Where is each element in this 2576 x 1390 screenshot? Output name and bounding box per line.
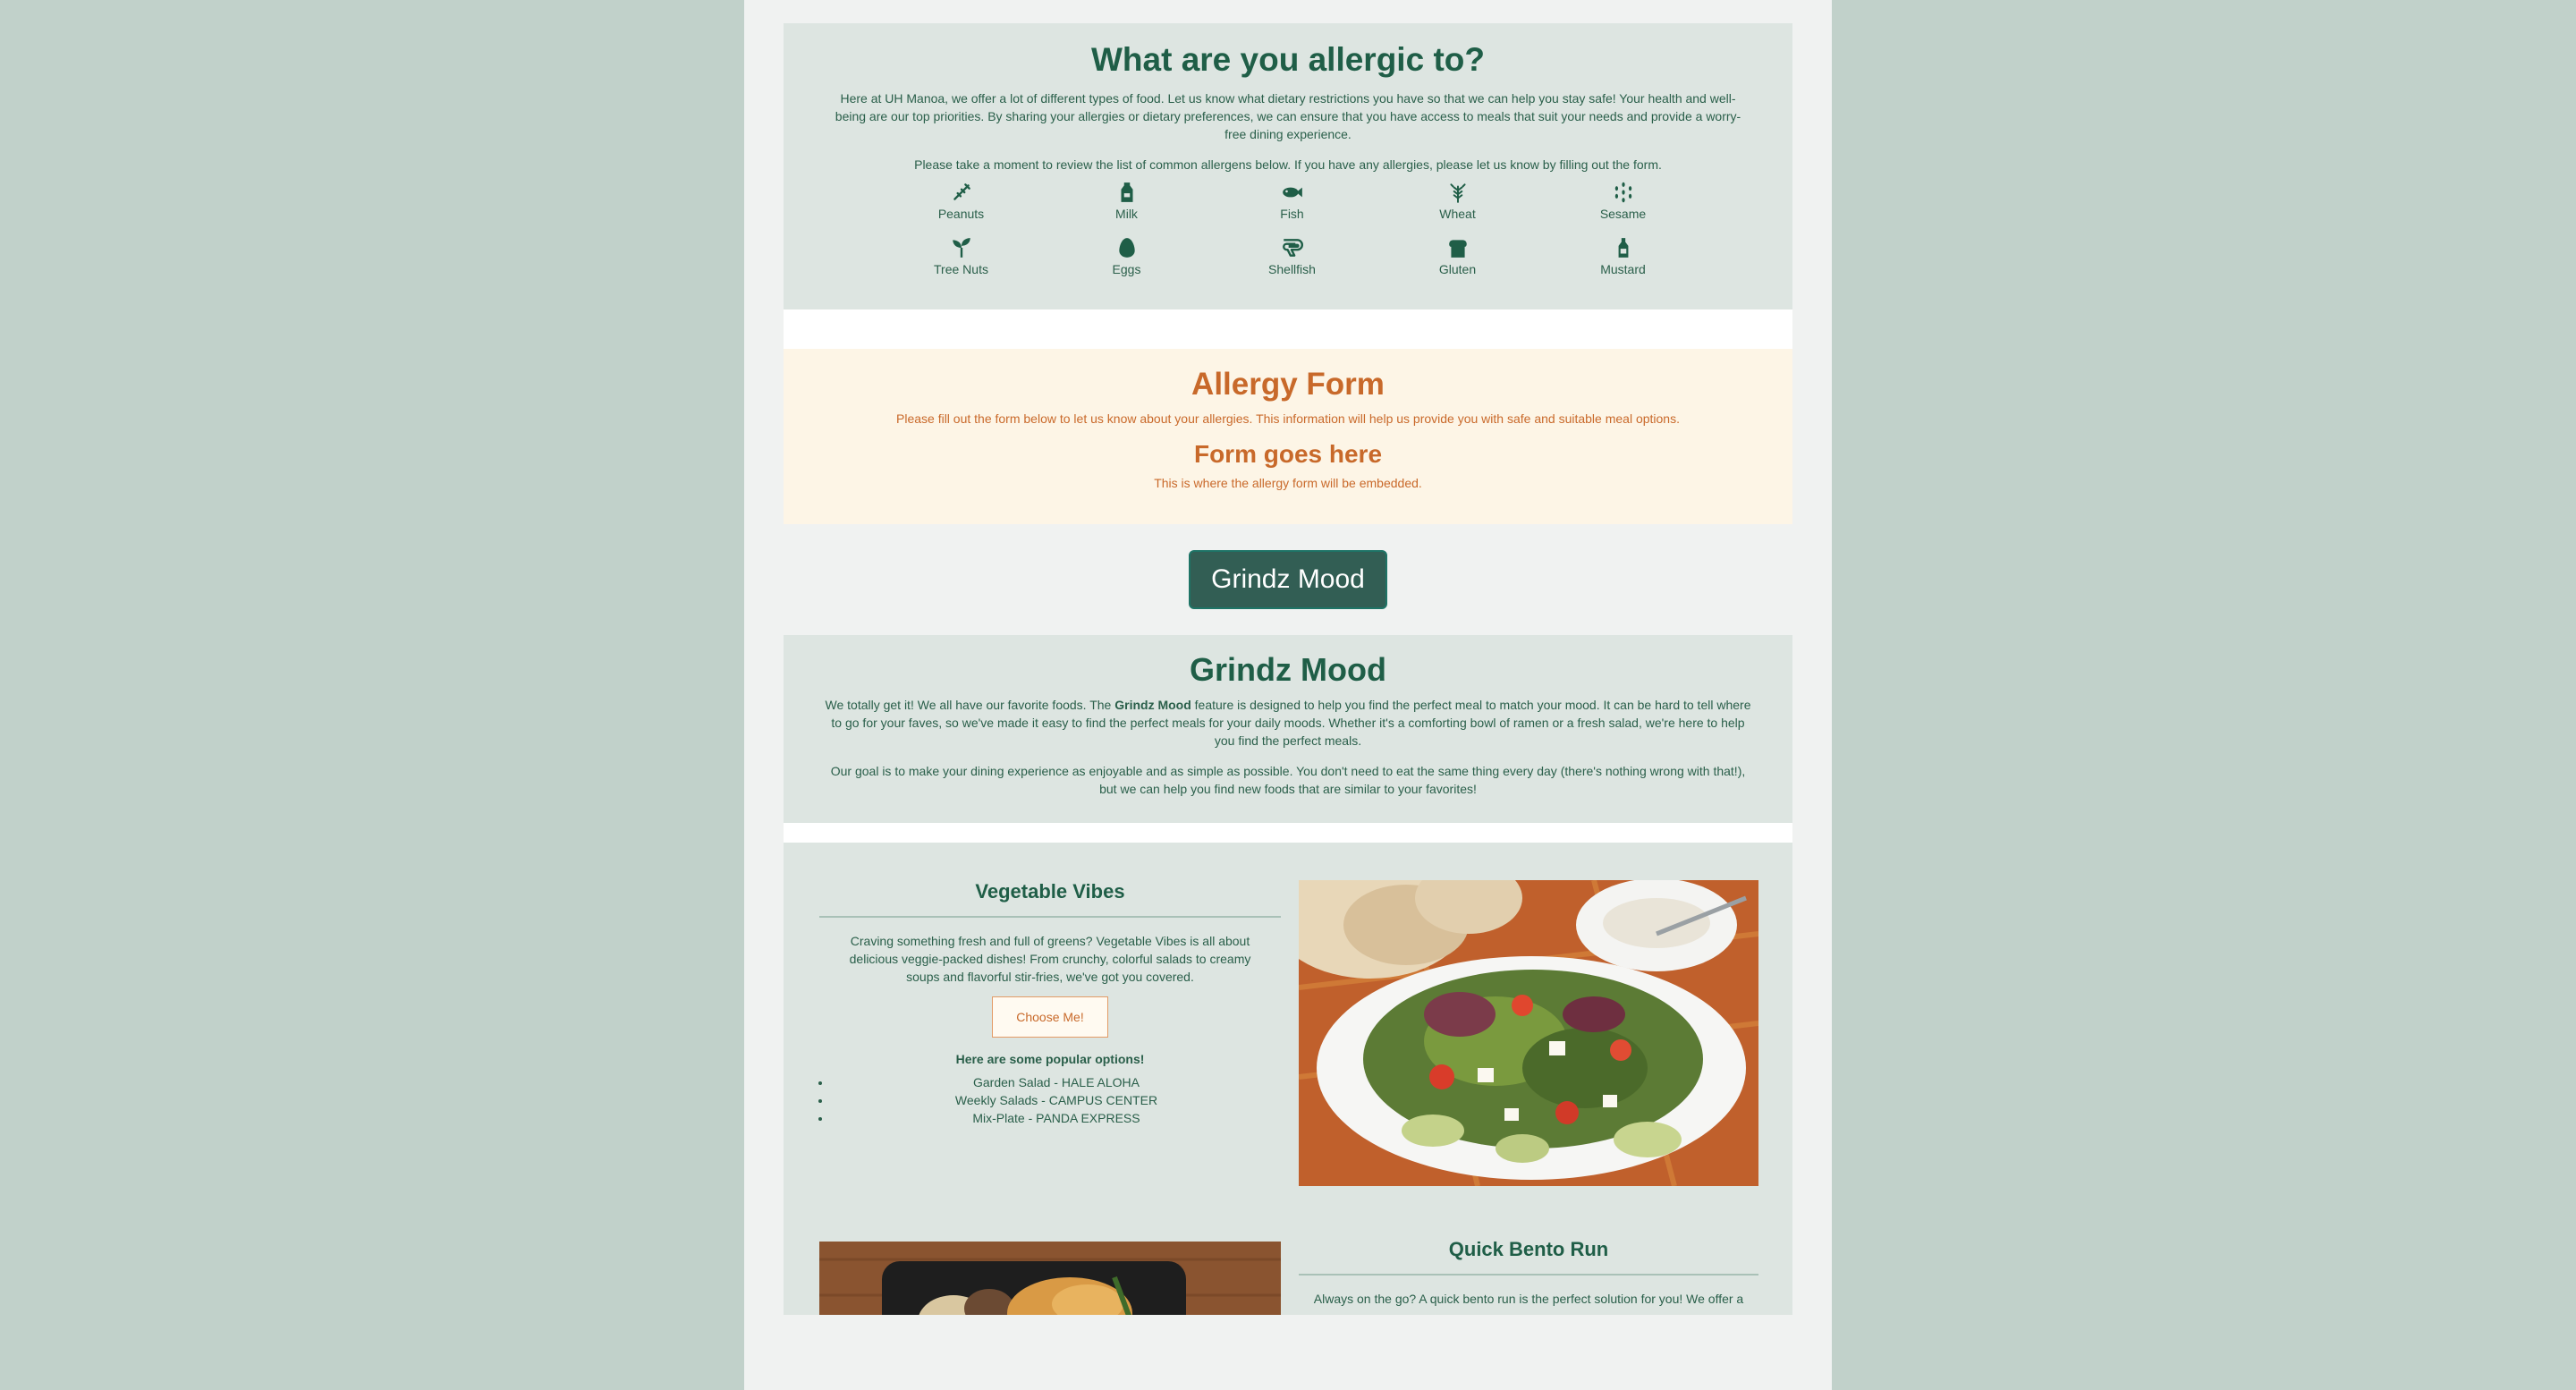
allergen-item-peanuts[interactable]: Peanuts: [878, 181, 1044, 224]
card-description: Craving something fresh and full of gree…: [849, 934, 1251, 984]
list-item: Weekly Salads - CAMPUS CENTER: [832, 1091, 1281, 1109]
allergen-label: Gluten: [1438, 262, 1477, 276]
allergen-item-mustard[interactable]: Mustard: [1540, 236, 1706, 279]
allergen-label: Sesame: [1599, 207, 1647, 221]
allergen-label: Wheat: [1439, 207, 1476, 221]
allergen-grid: Peanuts Milk Fish Wheat Sesame Tree Nuts…: [878, 181, 1705, 279]
card-title: Quick Bento Run: [1448, 1238, 1609, 1260]
card-title: Vegetable Vibes: [975, 880, 1125, 903]
grindz-mood-section: Grindz Mood We totally get it! We all ha…: [784, 635, 1792, 823]
grindz-mood-button[interactable]: Grindz Mood: [1189, 550, 1387, 609]
allergen-item-milk[interactable]: Milk: [1044, 181, 1209, 224]
option-text: Garden Salad - HALE ALOHA: [973, 1075, 1140, 1089]
page: What are you allergic to? Here at UH Man…: [744, 0, 1832, 1390]
section-divider: [784, 823, 1792, 843]
allergen-intro: Here at UH Manoa, we offer a lot of diff…: [835, 91, 1741, 141]
paragraph-text: We totally get it! We all have our favor…: [825, 698, 1115, 712]
allergy-form-title: Allergy Form: [1191, 367, 1385, 402]
allergy-form-section: Allergy Form Please fill out the form be…: [784, 349, 1792, 524]
allergen-item-tree-nuts[interactable]: Tree Nuts: [878, 236, 1044, 279]
popular-options-list: Garden Salad - HALE ALOHA Weekly Salads …: [819, 1073, 1281, 1127]
shrimp-icon: [1281, 236, 1304, 259]
allergen-section: What are you allergic to? Here at UH Man…: [784, 23, 1792, 309]
mood-cards-section: Vegetable Vibes Craving something fresh …: [784, 843, 1792, 1315]
choose-me-button[interactable]: Choose Me!: [992, 996, 1108, 1038]
card-description: Always on the go? A quick bento run is t…: [1313, 1292, 1744, 1306]
fish-icon: [1281, 181, 1304, 204]
allergen-label: Mustard: [1600, 262, 1646, 276]
allergy-form-description: Please fill out the form below to let us…: [896, 411, 1680, 426]
allergen-label: Tree Nuts: [934, 262, 988, 276]
divider: [1299, 1274, 1758, 1276]
option-text: Weekly Salads - CAMPUS CENTER: [954, 1093, 1158, 1107]
form-placeholder-text: This is where the allergy form will be e…: [1154, 476, 1422, 490]
wheat-icon: [1446, 181, 1470, 204]
bread-icon: [1446, 236, 1470, 259]
peanut-icon: [950, 181, 973, 204]
bento-image: [819, 1242, 1281, 1315]
sprout-icon: [950, 236, 973, 259]
feature-name: Grindz Mood: [1114, 698, 1191, 712]
egg-icon: [1115, 236, 1139, 259]
allergen-item-fish[interactable]: Fish: [1209, 181, 1375, 224]
allergen-item-gluten[interactable]: Gluten: [1375, 236, 1540, 279]
section-divider: [784, 309, 1792, 349]
grindz-mood-paragraph-2: Our goal is to make your dining experien…: [830, 764, 1746, 796]
salad-image: [1299, 880, 1758, 1186]
allergen-label: Fish: [1280, 207, 1304, 221]
card-quick-bento-run: Quick Bento Run Always on the go? A quic…: [1299, 1236, 1758, 1308]
list-item: Mix-Plate - PANDA EXPRESS: [832, 1109, 1281, 1127]
allergen-title: What are you allergic to?: [1091, 41, 1485, 78]
allergen-item-sesame[interactable]: Sesame: [1540, 181, 1706, 224]
scroll-viewport[interactable]: What are you allergic to? Here at UH Man…: [744, 0, 1832, 1315]
card-vegetable-vibes: Vegetable Vibes Craving something fresh …: [819, 878, 1281, 1127]
option-text: Mix-Plate - PANDA EXPRESS: [972, 1111, 1140, 1125]
allergen-label: Milk: [1115, 207, 1138, 221]
allergen-note: Please take a moment to review the list …: [914, 157, 1662, 172]
allergen-label: Shellfish: [1268, 262, 1316, 276]
allergen-item-shellfish[interactable]: Shellfish: [1209, 236, 1375, 279]
grindz-mood-paragraph-1: We totally get it! We all have our favor…: [821, 696, 1755, 750]
form-placeholder-title: Form goes here: [1193, 440, 1383, 468]
list-item: Garden Salad - HALE ALOHA: [832, 1073, 1281, 1091]
allergen-item-eggs[interactable]: Eggs: [1044, 236, 1209, 279]
allergen-label: Eggs: [1112, 262, 1141, 276]
grindz-mood-title: Grindz Mood: [1190, 651, 1386, 688]
milk-icon: [1115, 181, 1139, 204]
bottle-icon: [1612, 236, 1635, 259]
popular-options-heading: Here are some popular options!: [955, 1052, 1145, 1066]
sesame-icon: [1612, 181, 1635, 204]
allergen-item-wheat[interactable]: Wheat: [1375, 181, 1540, 224]
divider: [819, 916, 1281, 918]
allergen-label: Peanuts: [937, 207, 985, 221]
